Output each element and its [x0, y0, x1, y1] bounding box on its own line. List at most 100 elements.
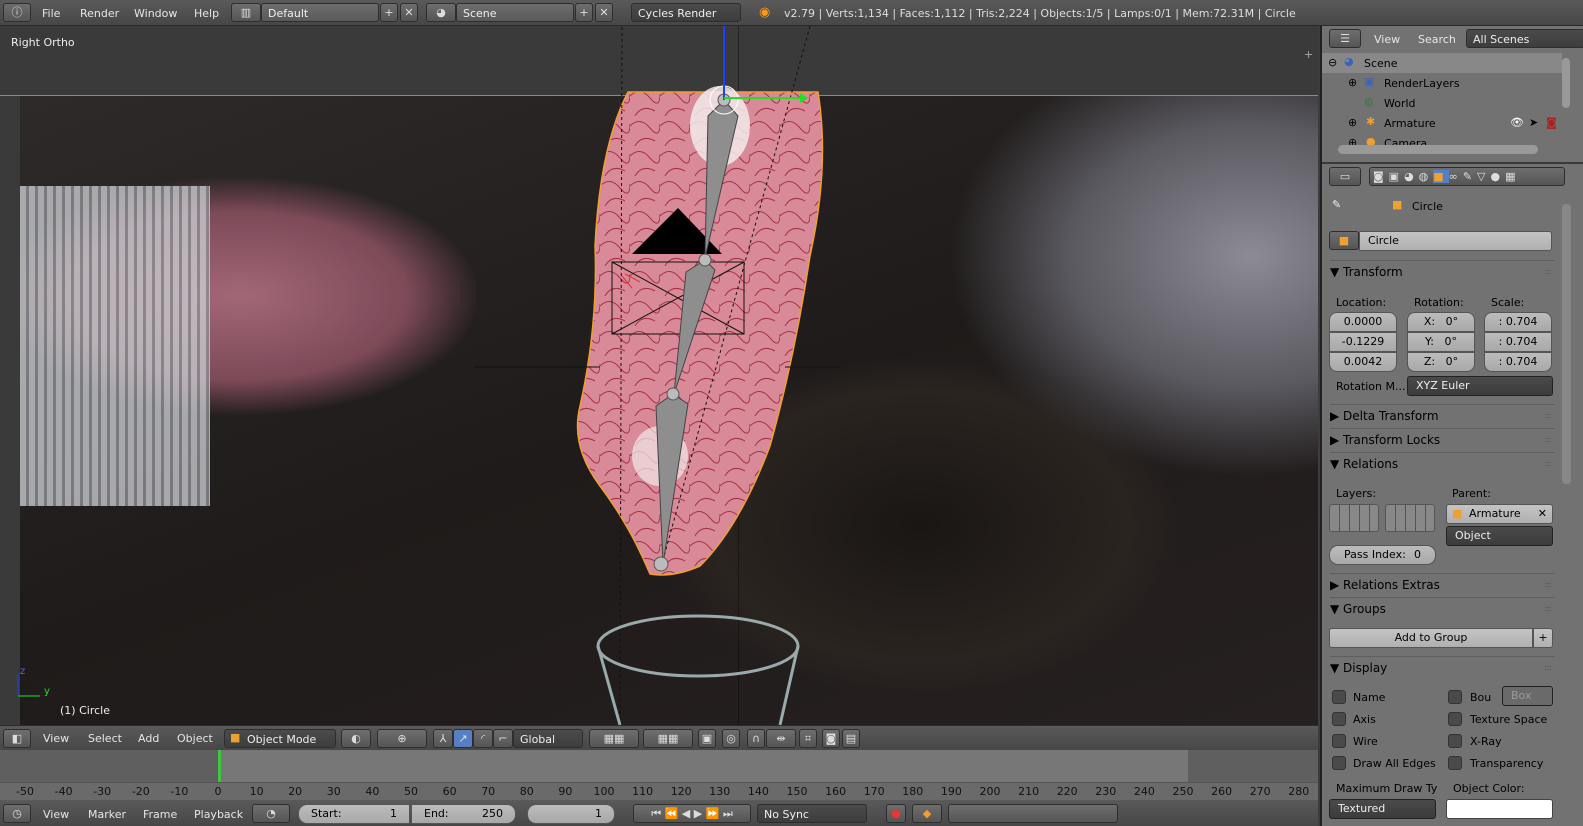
location-y[interactable]: -0.1229 — [1329, 332, 1397, 352]
layout-field[interactable]: Default — [261, 3, 379, 22]
layers-grid-2[interactable]: ▦▦ — [643, 729, 693, 748]
location-x[interactable]: 0.0000 — [1329, 312, 1397, 332]
rotate-icon[interactable]: ◜ — [473, 729, 493, 748]
outliner-item-camera[interactable]: ⊕ ● Camera — [1322, 133, 1562, 145]
scene-icon[interactable]: ◕ — [426, 3, 456, 22]
rotation-x[interactable]: X: 0° — [1407, 312, 1475, 332]
transform-locks-header[interactable]: ▶ Transform Locks:::: — [1330, 428, 1555, 447]
outliner-item-armature[interactable]: ⊕ ✱ Armature 👁 ➤ ◙ — [1322, 113, 1562, 133]
sync-select[interactable]: No Sync — [757, 804, 867, 823]
playback-controls[interactable]: ⏮ ⏪ ◀ ▶ ⏩ ⏭ — [633, 804, 751, 823]
scale-icon[interactable]: ⌐ — [493, 729, 513, 748]
record-icon[interactable]: ● — [886, 804, 906, 823]
display-name-checkbox[interactable] — [1332, 690, 1346, 704]
scene-field[interactable]: Scene — [456, 3, 574, 22]
object-color-swatch[interactable] — [1446, 799, 1553, 819]
properties-scrollbar[interactable] — [1562, 204, 1571, 484]
translate-icon[interactable]: ↗ — [453, 729, 473, 748]
clear-parent-icon[interactable]: ✕ — [1538, 505, 1547, 523]
properties-editor-icon[interactable]: ▭ — [1329, 167, 1361, 186]
info-editor-icon[interactable]: ⓘ — [3, 3, 31, 22]
object-name-field[interactable]: Circle — [1359, 231, 1552, 251]
display-header[interactable]: ▼ Display:::: — [1330, 656, 1555, 675]
remove-scene-icon[interactable]: ✕ — [595, 3, 613, 22]
display-wire-checkbox[interactable] — [1332, 734, 1346, 748]
parent-field[interactable]: ■ Armature ✕ — [1446, 504, 1553, 524]
editor-type-icon[interactable]: ◧ — [3, 729, 31, 748]
visibility-eye-icon[interactable]: 👁 — [1510, 116, 1524, 129]
outliner-editor-icon[interactable]: ☰ — [1329, 29, 1361, 48]
orientation-select[interactable]: Global — [513, 729, 583, 748]
layers-grid-1[interactable]: ▦▦ — [589, 729, 639, 748]
groups-header[interactable]: ▼ Groups:::: — [1330, 597, 1555, 616]
scale-x[interactable]: : 0.704 — [1484, 312, 1552, 332]
add-to-group-button[interactable]: Add to Group — [1329, 628, 1533, 648]
timeline-editor-icon[interactable]: ◷ — [3, 804, 31, 823]
add-group-plus-icon[interactable]: + — [1533, 628, 1553, 648]
menu-help[interactable]: Help — [194, 7, 219, 20]
snap-target-icon[interactable]: ⌗ — [799, 729, 817, 748]
menu-tl-view[interactable]: View — [43, 808, 69, 821]
relations-extras-header[interactable]: ▶ Relations Extras:::: — [1330, 573, 1555, 592]
menu-render[interactable]: Render — [80, 7, 119, 20]
context-tabs[interactable]: ◙▣◕◍■∞✎▽●▦ — [1369, 167, 1565, 186]
proportional-edit-icon[interactable]: ◎ — [722, 729, 740, 748]
render-engine-select[interactable]: Cycles Render — [631, 3, 741, 22]
menu-window[interactable]: Window — [134, 7, 177, 20]
transform-panel-header[interactable]: ▼ Transform:::: — [1330, 260, 1555, 279]
rotation-y[interactable]: Y: 0° — [1407, 332, 1475, 352]
object-datablock-icon[interactable]: ■ — [1329, 231, 1359, 250]
add-layout-icon[interactable]: + — [380, 3, 398, 22]
object-layers-grid-2[interactable] — [1385, 504, 1435, 532]
rotation-z[interactable]: Z: 0° — [1407, 352, 1475, 372]
remove-layout-icon[interactable]: ✕ — [400, 3, 418, 22]
menu-add[interactable]: Add — [138, 732, 159, 745]
delta-transform-header[interactable]: ▶ Delta Transform:::: — [1330, 404, 1555, 423]
menu-playback[interactable]: Playback — [194, 808, 243, 821]
menu-object[interactable]: Object — [177, 732, 213, 745]
outliner-menu-search[interactable]: Search — [1418, 33, 1456, 46]
outliner-item-renderlayers[interactable]: ⊕ ▣ RenderLayers — [1322, 73, 1562, 93]
outliner-hscrollbar[interactable] — [1338, 145, 1538, 154]
3d-viewport[interactable]: Right Ortho y z (1) Circle + — [0, 26, 1318, 725]
parent-type-select[interactable]: Object — [1446, 526, 1553, 546]
current-frame-indicator[interactable] — [218, 750, 221, 782]
manipulator-toggle-icon[interactable]: ⅄ — [433, 729, 453, 748]
max-draw-type-select[interactable]: Textured — [1329, 799, 1436, 819]
object-layers-grid-1[interactable] — [1329, 504, 1379, 532]
frame-ruler[interactable]: -50 -40 -30 -20 -10 0 10 20 30 40 50 60 70 80 90 100 110… — [0, 782, 1318, 800]
shading-icon[interactable]: ◐ — [341, 729, 371, 748]
current-frame-field[interactable]: 1 — [527, 804, 615, 824]
outliner-item-world[interactable]: ◍ World — [1322, 93, 1562, 113]
menu-marker[interactable]: Marker — [88, 808, 126, 821]
menu-frame[interactable]: Frame — [143, 808, 177, 821]
display-bounds-checkbox[interactable] — [1448, 690, 1462, 704]
scale-z[interactable]: : 0.704 — [1484, 352, 1552, 372]
keyframe-icon[interactable]: ◆ — [912, 804, 942, 823]
render-anim-icon[interactable]: ▤ — [842, 729, 860, 748]
bounds-type-select[interactable]: Box — [1502, 686, 1553, 706]
display-texture-space-checkbox[interactable] — [1448, 712, 1462, 726]
scale-y[interactable]: : 0.704 — [1484, 332, 1552, 352]
mode-select[interactable]: Object Mode — [224, 729, 336, 748]
outliner-filter-select[interactable]: All Scenes — [1466, 29, 1583, 48]
relations-header[interactable]: ▼ Relations:::: — [1330, 452, 1555, 471]
display-all-edges-checkbox[interactable] — [1332, 756, 1346, 770]
display-axis-checkbox[interactable] — [1332, 712, 1346, 726]
start-frame-field[interactable]: Start: 1 — [298, 804, 410, 824]
snap-icon[interactable]: ∩ — [747, 729, 765, 748]
outliner-vscrollbar[interactable] — [1562, 58, 1570, 108]
add-scene-icon[interactable]: + — [575, 3, 593, 22]
outliner-menu-view[interactable]: View — [1374, 33, 1400, 46]
end-frame-field[interactable]: End: 250 — [411, 804, 516, 824]
select-cursor-icon[interactable]: ➤ — [1529, 116, 1538, 129]
pass-index-field[interactable]: Pass Index: 0 — [1329, 545, 1436, 565]
menu-file[interactable]: File — [42, 7, 60, 20]
layout-icon[interactable]: ▥ — [231, 3, 261, 22]
keying-icon[interactable]: ◔ — [252, 804, 290, 823]
toggle-properties-icon[interactable]: + — [1304, 48, 1313, 61]
display-xray-checkbox[interactable] — [1448, 734, 1462, 748]
pin-icon[interactable]: ✎ — [1332, 198, 1341, 211]
outliner-item-scene[interactable]: ⊖ ◕ Scene — [1322, 53, 1562, 73]
keying-set-field[interactable] — [948, 804, 1118, 823]
